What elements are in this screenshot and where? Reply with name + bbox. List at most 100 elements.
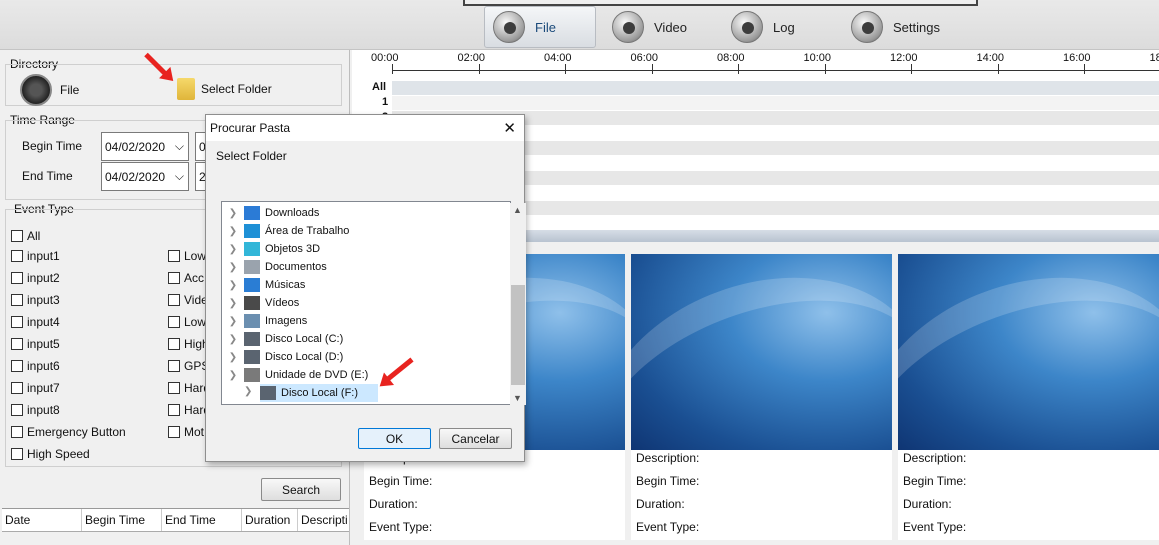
checkbox-event[interactable]: Hard: [168, 381, 210, 395]
checkbox-box[interactable]: [11, 316, 23, 328]
checkbox-all[interactable]: All: [11, 229, 40, 243]
tree-item-label: Documentos: [265, 261, 327, 273]
checkbox-event[interactable]: input4: [11, 315, 60, 329]
log-icon: [731, 11, 763, 43]
chevron-right-icon[interactable]: ❯: [222, 244, 244, 255]
checkbox-event[interactable]: input5: [11, 337, 60, 351]
chevron-right-icon[interactable]: ❯: [244, 386, 252, 397]
ok-button[interactable]: OK: [358, 428, 431, 449]
checkbox-box[interactable]: [11, 448, 23, 460]
chevron-right-icon[interactable]: ❯: [222, 298, 244, 309]
checkbox-box[interactable]: [11, 272, 23, 284]
timeline-tick-label: 04:00: [544, 52, 572, 64]
checkbox-event[interactable]: Low: [168, 249, 206, 263]
tree-item-label: Imagens: [265, 315, 308, 327]
chevron-right-icon[interactable]: ❯: [222, 352, 244, 363]
column-description[interactable]: Descripti: [298, 509, 349, 531]
search-button[interactable]: Search: [261, 478, 341, 501]
timeline-row-1[interactable]: [392, 96, 1159, 110]
checkbox-box[interactable]: [11, 338, 23, 350]
tree-item[interactable]: ❯ Vídeos: [222, 294, 490, 312]
chevron-right-icon[interactable]: ❯: [222, 262, 244, 273]
checkbox-box[interactable]: [11, 230, 23, 242]
checkbox-box[interactable]: [11, 404, 23, 416]
chevron-right-icon[interactable]: ❯: [222, 280, 244, 291]
file-button[interactable]: File: [20, 74, 79, 106]
scroll-down-icon[interactable]: ▼: [513, 393, 522, 403]
checkbox-box[interactable]: [11, 426, 23, 438]
chevron-right-icon[interactable]: ❯: [222, 208, 244, 219]
checkbox-event[interactable]: input3: [11, 293, 60, 307]
checkbox-event[interactable]: Hard: [168, 403, 210, 417]
tree-item[interactable]: ❯ Disco Local (C:): [222, 330, 490, 348]
checkbox-label: input1: [27, 249, 60, 263]
checkbox-event[interactable]: input7: [11, 381, 60, 395]
tree-item[interactable]: ❯ Objetos 3D: [222, 240, 490, 258]
tree-item[interactable]: ❯ Imagens: [222, 312, 490, 330]
column-end-time[interactable]: End Time: [162, 509, 242, 531]
card-duration: Duration:: [369, 497, 418, 511]
timeline-tick-mark: [651, 64, 653, 74]
checkbox-event[interactable]: Acc: [168, 271, 204, 285]
tree-scrollbar[interactable]: ▲ ▼: [510, 203, 526, 405]
tree-item[interactable]: Disco Local (F:): [260, 384, 378, 402]
checkbox-event[interactable]: Low: [168, 315, 206, 329]
browse-folder-dialog: Procurar Pasta ✕ Select Folder ❯ Download…: [205, 114, 526, 462]
checkbox-box[interactable]: [168, 426, 180, 438]
end-date-picker[interactable]: 04/02/2020 ⌵: [101, 162, 189, 191]
checkbox-box[interactable]: [11, 294, 23, 306]
chevron-right-icon[interactable]: ❯: [222, 316, 244, 327]
checkbox-box[interactable]: [11, 250, 23, 262]
tree-item[interactable]: ❯ Disco Local (D:): [222, 348, 490, 366]
close-icon[interactable]: ✕: [503, 119, 516, 137]
column-duration[interactable]: Duration: [242, 509, 298, 531]
checkbox-box[interactable]: [168, 338, 180, 350]
checkbox-box[interactable]: [168, 404, 180, 416]
card-description: Description:: [903, 451, 967, 465]
tab-settings[interactable]: Settings: [843, 6, 963, 48]
checkbox-box[interactable]: [168, 294, 180, 306]
checkbox-event[interactable]: High Speed: [11, 447, 90, 461]
chevron-down-icon: ⌵: [174, 139, 184, 153]
checkbox-box[interactable]: [11, 382, 23, 394]
checkbox-event[interactable]: input1: [11, 249, 60, 263]
checkbox-event[interactable]: input8: [11, 403, 60, 417]
chevron-right-icon[interactable]: ❯: [222, 226, 244, 237]
cancel-button[interactable]: Cancelar: [439, 428, 512, 449]
column-begin-time[interactable]: Begin Time: [82, 509, 162, 531]
checkbox-event[interactable]: Vide: [168, 293, 208, 307]
dialog-title-bar[interactable]: Procurar Pasta: [206, 115, 524, 141]
tab-file[interactable]: File: [484, 6, 596, 48]
video-thumbnail[interactable]: [631, 254, 892, 450]
checkbox-box[interactable]: [11, 360, 23, 372]
checkbox-box[interactable]: [168, 272, 180, 284]
checkbox-box[interactable]: [168, 360, 180, 372]
tab-video[interactable]: Video: [604, 6, 714, 48]
checkbox-event[interactable]: input2: [11, 271, 60, 285]
video-thumbnail[interactable]: [898, 254, 1159, 450]
checkbox-box[interactable]: [168, 382, 180, 394]
column-date[interactable]: Date: [2, 509, 82, 531]
chevron-right-icon[interactable]: ❯: [222, 334, 244, 345]
scroll-up-icon[interactable]: ▲: [513, 205, 522, 215]
tree-item[interactable]: ❯ Downloads: [222, 204, 490, 222]
tree-item[interactable]: ❯ Documentos: [222, 258, 490, 276]
tree-item[interactable]: ❯ Unidade de DVD (E:): [222, 366, 490, 384]
checkbox-event[interactable]: Emergency Button: [11, 425, 126, 439]
checkbox-box[interactable]: [168, 250, 180, 262]
checkbox-event[interactable]: Mot: [168, 425, 204, 439]
timeline-row-all[interactable]: [392, 81, 1159, 95]
folder-tree[interactable]: ❯ Downloads ❯ Área de Trabalho ❯ Objetos 3D ❯ D…: [221, 201, 526, 405]
tree-item[interactable]: ❯ Área de Trabalho: [222, 222, 490, 240]
chevron-right-icon[interactable]: ❯: [222, 370, 244, 381]
checkbox-event[interactable]: High: [168, 337, 209, 351]
checkbox-event[interactable]: input6: [11, 359, 60, 373]
scroll-thumb[interactable]: [511, 285, 525, 385]
begin-date-picker[interactable]: 04/02/2020 ⌵: [101, 132, 189, 161]
tab-log[interactable]: Log: [723, 6, 833, 48]
timeline-tick-label: 18: [1149, 52, 1159, 64]
checkbox-box[interactable]: [168, 316, 180, 328]
select-folder-button[interactable]: Select Folder: [177, 78, 272, 100]
checkbox-event[interactable]: GPS: [168, 359, 209, 373]
tree-item[interactable]: ❯ Músicas: [222, 276, 490, 294]
